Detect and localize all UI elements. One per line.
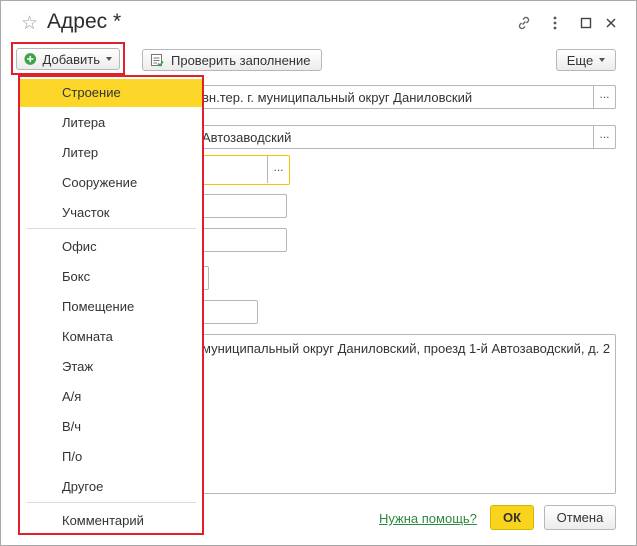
menu-item-ayashchik[interactable]: А/я [20, 383, 202, 411]
street-value: Автозаводский [202, 130, 292, 145]
plus-circle-icon [24, 53, 37, 65]
chevron-down-icon [106, 57, 112, 61]
address-preview: муниципальный округ Даниловский, проезд … [195, 334, 616, 494]
menu-item-sooruzhenie[interactable]: Сооружение [20, 169, 202, 197]
menu-item-ofis[interactable]: Офис [20, 233, 202, 261]
menu-item-vch[interactable]: В/ч [20, 413, 202, 441]
address-dialog: ☆ Адрес * Добавить Проверить заполнение … [0, 0, 637, 546]
menu-item-etazh[interactable]: Этаж [20, 353, 202, 381]
select-button[interactable]: ... [593, 86, 615, 108]
chevron-down-icon [599, 58, 606, 62]
menu-item-drugoe[interactable]: Другое [20, 473, 202, 501]
municipality-field[interactable]: вн.тер. г. муниципальный округ Даниловск… [195, 85, 616, 109]
add-button[interactable]: Добавить [16, 48, 120, 70]
menu-item-po[interactable]: П/о [20, 443, 202, 471]
more-button[interactable]: Еще [556, 49, 616, 71]
close-icon[interactable] [601, 13, 621, 33]
checklist-icon [151, 54, 164, 67]
house-field[interactable]: ... [195, 155, 290, 185]
menu-item-stroenie[interactable]: Строение [20, 79, 202, 107]
help-link[interactable]: Нужна помощь? [379, 511, 477, 526]
address-preview-text: муниципальный округ Даниловский, проезд … [202, 341, 611, 356]
select-button[interactable]: ... [267, 156, 289, 183]
vertical-dots-icon[interactable] [545, 13, 565, 33]
link-icon[interactable] [514, 13, 534, 33]
dialog-title: Адрес * [47, 10, 122, 33]
menu-item-pomeshchenie[interactable]: Помещение [20, 293, 202, 321]
index-field[interactable] [195, 300, 258, 324]
add-button-label: Добавить [42, 51, 100, 67]
block-field[interactable] [195, 228, 287, 252]
menu-item-boks[interactable]: Бокс [20, 263, 202, 291]
menu-item-litera[interactable]: Литера [20, 109, 202, 137]
menu-item-uchastok[interactable]: Участок [20, 199, 202, 227]
add-dropdown-menu: Строение Литера Литер Сооружение Участок… [18, 75, 204, 535]
menu-item-kommentariy[interactable]: Комментарий [20, 507, 202, 535]
ok-button[interactable]: ОК [490, 505, 534, 530]
menu-item-liter[interactable]: Литер [20, 139, 202, 167]
cancel-button[interactable]: Отмена [544, 505, 616, 530]
municipality-value: вн.тер. г. муниципальный округ Даниловск… [202, 90, 473, 105]
maximize-icon[interactable] [576, 13, 596, 33]
check-fill-button[interactable]: Проверить заполнение [142, 49, 322, 71]
street-field[interactable]: Автозаводский ... [195, 125, 616, 149]
building-field[interactable] [195, 194, 287, 218]
menu-separator [26, 228, 196, 229]
star-icon[interactable]: ☆ [21, 12, 38, 35]
menu-item-komnata[interactable]: Комната [20, 323, 202, 351]
check-fill-label: Проверить заполнение [171, 52, 311, 68]
menu-separator [26, 502, 196, 503]
select-button[interactable]: ... [593, 126, 615, 148]
more-button-label: Еще [566, 52, 594, 68]
